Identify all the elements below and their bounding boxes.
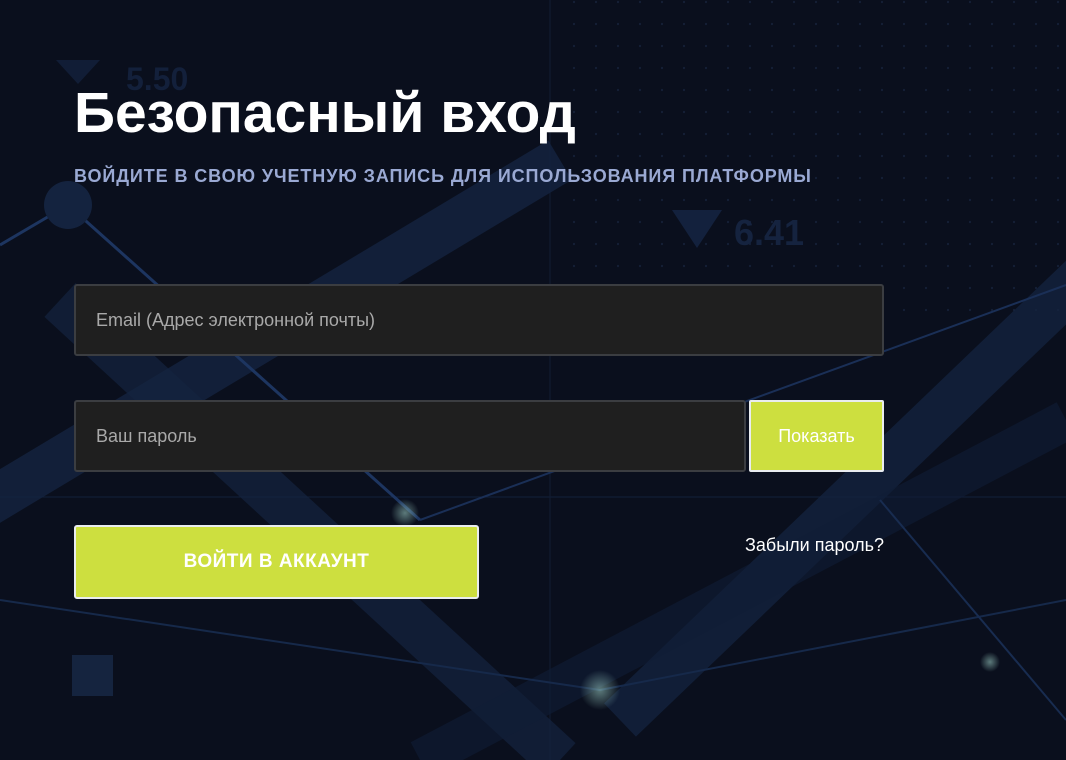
page-title: Безопасный вход — [74, 81, 576, 145]
email-input[interactable] — [74, 284, 884, 356]
login-button[interactable]: ВОЙТИ В АККАУНТ — [74, 525, 479, 599]
background-ticker-2: 6.41 — [734, 212, 804, 253]
forgot-password-link[interactable]: Забыли пароль? — [745, 535, 884, 555]
page-subtitle: ВОЙДИТЕ В СВОЮ УЧЕТНУЮ ЗАПИСЬ ДЛЯ ИСПОЛЬ… — [74, 166, 812, 186]
password-input[interactable] — [74, 400, 746, 472]
show-password-button[interactable]: Показать — [749, 400, 884, 472]
